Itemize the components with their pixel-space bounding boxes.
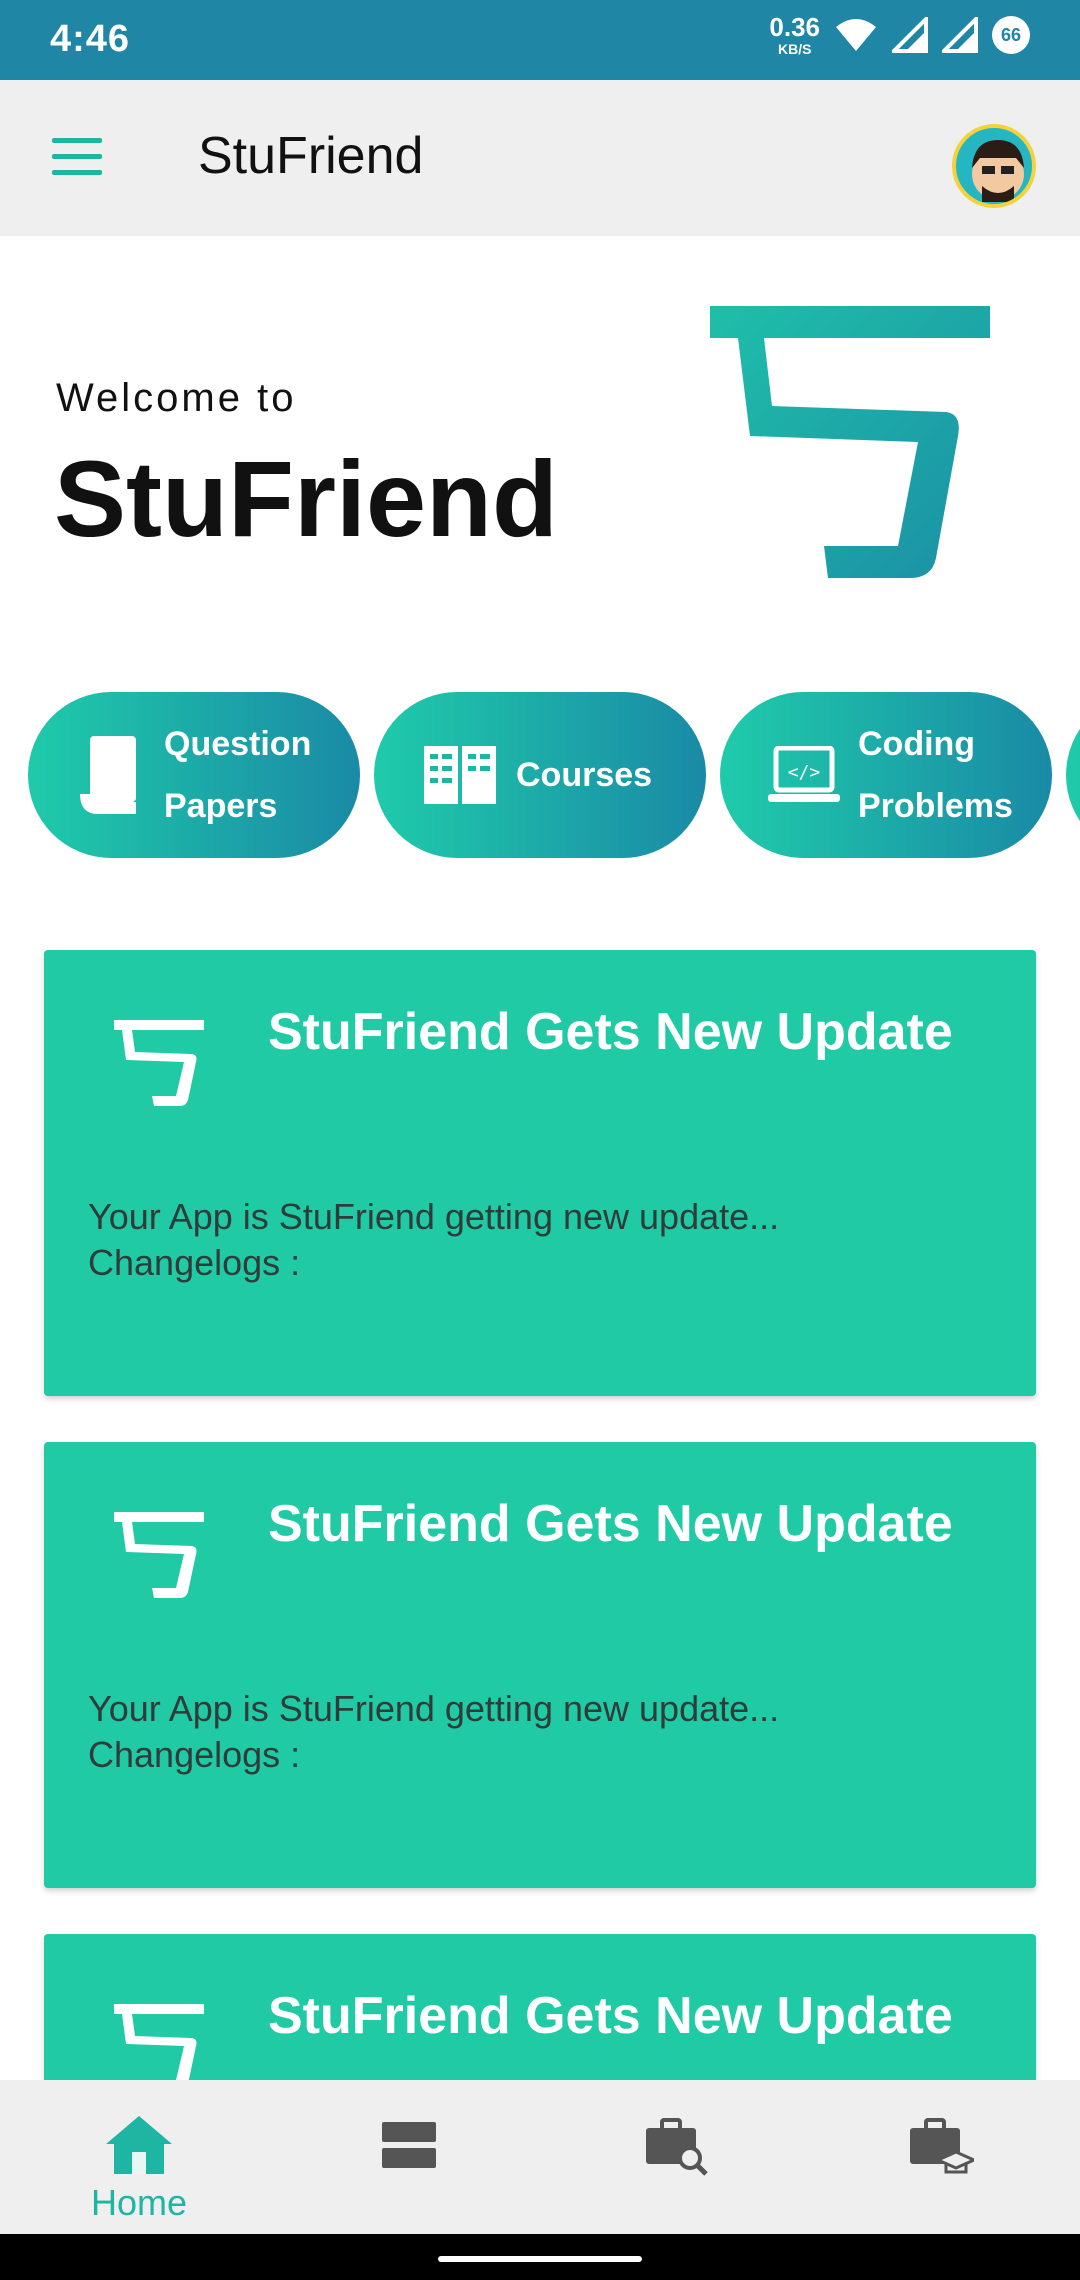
network-speed-unit: KB/S — [777, 41, 812, 57]
chip-question-papers[interactable]: Question Papers — [28, 692, 360, 858]
app-title: StuFriend — [198, 127, 424, 185]
chip-courses[interactable]: Courses — [374, 692, 706, 858]
update-card[interactable]: StuFriend Gets New Update Your App is St… — [44, 950, 1036, 1396]
nav-job-search[interactable] — [540, 2080, 810, 2234]
nav-stack[interactable] — [274, 2080, 544, 2234]
home-gesture-pill[interactable] — [438, 2256, 642, 2262]
card-body-line2: Changelogs : — [88, 1734, 301, 1775]
chip-label-line1: Courses — [516, 756, 653, 794]
laptop-code-icon: </> — [768, 746, 840, 802]
nav-home-label: Home — [90, 2182, 188, 2223]
card-title: StuFriend Gets New Update — [268, 1987, 953, 2045]
briefcase-graduation-icon — [910, 2118, 974, 2174]
update-card[interactable]: StuFriend Gets New Update Your App is St… — [44, 1442, 1036, 1888]
status-icons: 0.36 KB/S 66 — [769, 14, 1030, 56]
system-navigation-bar — [0, 2234, 1080, 2280]
chip-coding-problems[interactable]: </> Coding Problems — [720, 692, 1052, 858]
scroll-paper-icon — [80, 736, 136, 814]
card-body: Your App is StuFriend getting new update… — [88, 1686, 779, 1778]
wifi-icon — [836, 19, 876, 51]
chip-label-line1: Question — [164, 725, 312, 763]
card-body-line1: Your App is StuFriend getting new update… — [88, 1196, 780, 1237]
card-title: StuFriend Gets New Update — [268, 1003, 953, 1061]
network-speed: 0.36 KB/S — [769, 14, 820, 56]
card-body-line1: Your App is StuFriend getting new update… — [88, 1688, 780, 1729]
category-chips: Question Papers Courses </> Coding Probl… — [0, 692, 1080, 860]
svg-text:</>: </> — [788, 762, 821, 783]
stufriend-logo-icon — [114, 1020, 204, 1106]
status-time: 4:46 — [50, 18, 131, 60]
briefcase-search-icon — [646, 2118, 708, 2176]
chip-label: Coding Problems — [858, 713, 1013, 837]
signal-icon — [892, 17, 928, 53]
chip-label-line2: Papers — [164, 787, 278, 825]
stufriend-logo — [710, 306, 990, 578]
card-body: Your App is StuFriend getting new update… — [88, 1194, 779, 1286]
chip-next-partial[interactable] — [1066, 692, 1080, 858]
welcome-hero: Welcome to StuFriend — [0, 236, 1080, 666]
nav-education-jobs[interactable] — [804, 2080, 1074, 2234]
battery-icon: 66 — [992, 16, 1030, 54]
chip-label: Courses — [516, 755, 652, 795]
welcome-subtitle: Welcome to — [56, 376, 297, 420]
chip-label: Question Papers — [164, 713, 311, 837]
bottom-navigation: Home — [0, 2080, 1080, 2234]
stufriend-logo-icon — [114, 1512, 204, 1598]
home-icon — [106, 2116, 172, 2174]
hamburger-menu-icon[interactable] — [48, 134, 108, 182]
signal-icon-2 — [942, 17, 978, 53]
chip-label-line2: Problems — [858, 787, 1013, 825]
avatar-face-icon — [972, 140, 1024, 202]
network-speed-value: 0.36 — [769, 12, 820, 42]
chip-label-line1: Coding — [858, 725, 976, 763]
user-avatar[interactable] — [952, 124, 1036, 208]
stack-icon — [382, 2122, 436, 2168]
card-title: StuFriend Gets New Update — [268, 1495, 953, 1553]
nav-home[interactable]: Home — [4, 2080, 274, 2234]
app-bar: StuFriend — [0, 80, 1080, 236]
welcome-title: StuFriend — [54, 438, 558, 559]
card-body-line2: Changelogs : — [88, 1242, 301, 1283]
status-bar: 4:46 0.36 KB/S 66 — [0, 0, 1080, 80]
book-icon — [424, 746, 496, 804]
